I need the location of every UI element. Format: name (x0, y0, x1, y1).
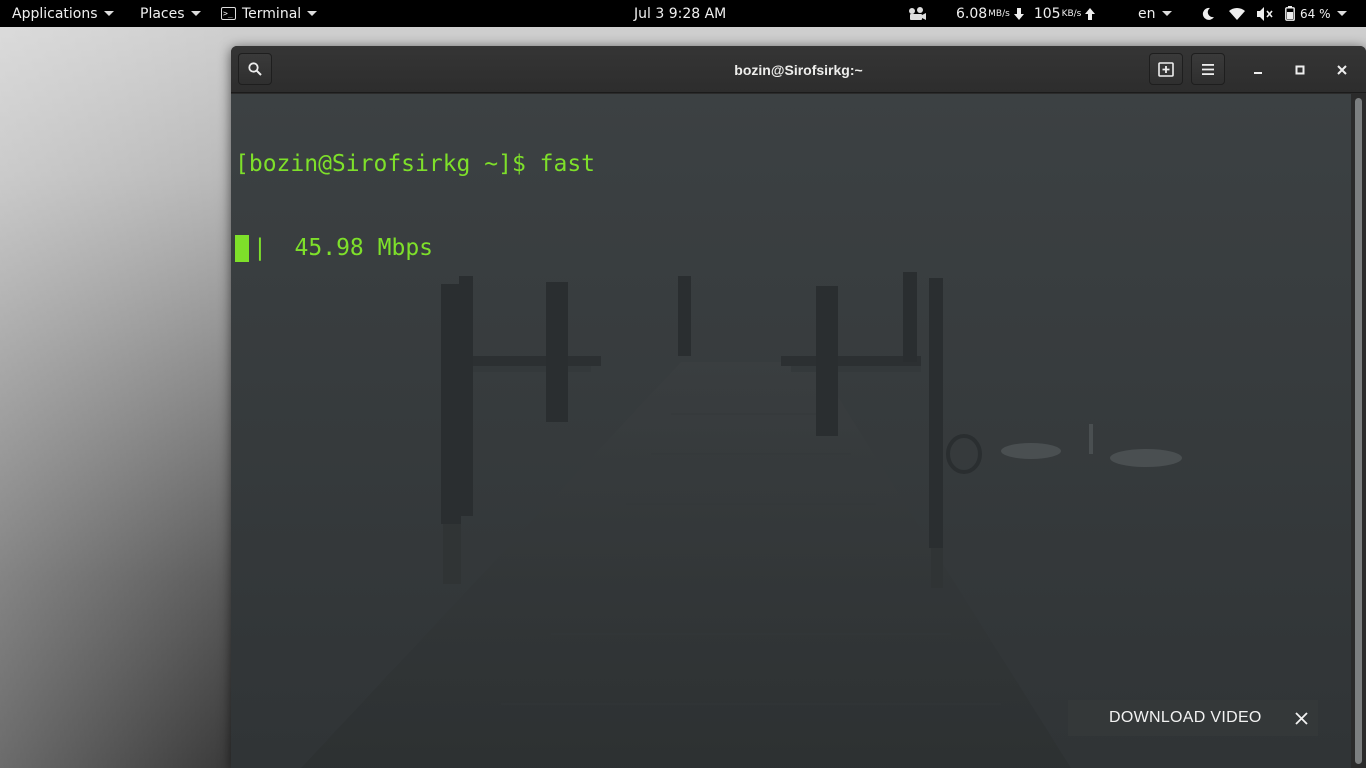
terminal-window: bozin@Sirofsirkg:~ [bozin@Sirofsirkg ~]$… (231, 46, 1366, 768)
battery-icon (1285, 6, 1295, 21)
scrollbar-thumb[interactable] (1355, 98, 1362, 764)
prompt-line: [bozin@Sirofsirkg ~]$ fast (235, 151, 596, 177)
upload-speed: 105 (1033, 5, 1061, 22)
header-bar: bozin@Sirofsirkg:~ (231, 46, 1366, 93)
close-button[interactable] (1330, 58, 1354, 82)
download-speed: 6.08 (956, 5, 988, 22)
system-status-menu[interactable]: 64 % (1201, 0, 1347, 27)
chevron-down-icon (1161, 11, 1172, 16)
download-unit: MB/s (988, 8, 1010, 19)
menu-button[interactable] (1191, 53, 1225, 85)
language-label: en (1138, 5, 1156, 22)
volume-muted-icon (1257, 6, 1273, 21)
netspeed-indicator[interactable]: 6.08 MB/s 105 KB/s (908, 0, 1096, 27)
arrow-down-icon (1013, 7, 1024, 20)
new-tab-button[interactable] (1149, 53, 1183, 85)
chevron-down-icon (190, 11, 201, 16)
night-light-icon (1201, 7, 1215, 21)
close-icon (1337, 65, 1347, 75)
wifi-icon (1229, 7, 1245, 21)
terminal-app-label: Terminal (242, 5, 302, 22)
scrollbar[interactable] (1351, 94, 1366, 768)
close-icon[interactable] (1293, 709, 1309, 727)
terminal-output: [bozin@Sirofsirkg ~]$ fast | 45.98 Mbps (235, 94, 595, 318)
terminal-icon: >_ (221, 7, 236, 20)
chevron-down-icon (1336, 11, 1347, 16)
applications-menu[interactable]: Applications (12, 0, 114, 27)
network-activity-icon (908, 6, 926, 21)
download-video-button[interactable]: DOWNLOAD VIDEO (1109, 700, 1262, 736)
places-label: Places (140, 5, 185, 22)
language-selector[interactable]: en (1138, 0, 1172, 27)
places-menu[interactable]: Places (140, 0, 201, 27)
maximize-button[interactable] (1288, 58, 1312, 82)
battery-percent: 64 % (1300, 6, 1331, 21)
chevron-down-icon (307, 11, 318, 16)
terminal-area[interactable]: [bozin@Sirofsirkg ~]$ fast | 45.98 Mbps (231, 94, 1351, 768)
top-bar: Applications Places >_ Terminal Jul 3 9:… (0, 0, 1366, 27)
upload-unit: KB/s (1061, 8, 1082, 19)
clock-label: Jul 3 9:28 AM (634, 5, 727, 22)
download-video-banner[interactable]: DOWNLOAD VIDEO (1068, 700, 1318, 736)
new-tab-icon (1158, 61, 1174, 77)
minimize-button[interactable] (1246, 58, 1270, 82)
arrow-up-icon (1085, 7, 1096, 20)
applications-label: Applications (12, 5, 98, 22)
maximize-icon (1295, 65, 1305, 75)
output-line-container: | 45.98 Mbps (235, 234, 595, 262)
hamburger-menu-icon (1202, 63, 1214, 75)
chevron-down-icon (103, 11, 114, 16)
minimize-icon (1253, 65, 1263, 75)
terminal-cursor (235, 234, 249, 262)
clock[interactable]: Jul 3 9:28 AM (634, 0, 726, 27)
output-line: | 45.98 Mbps (253, 235, 434, 261)
terminal-app-menu[interactable]: >_ Terminal (221, 0, 318, 27)
